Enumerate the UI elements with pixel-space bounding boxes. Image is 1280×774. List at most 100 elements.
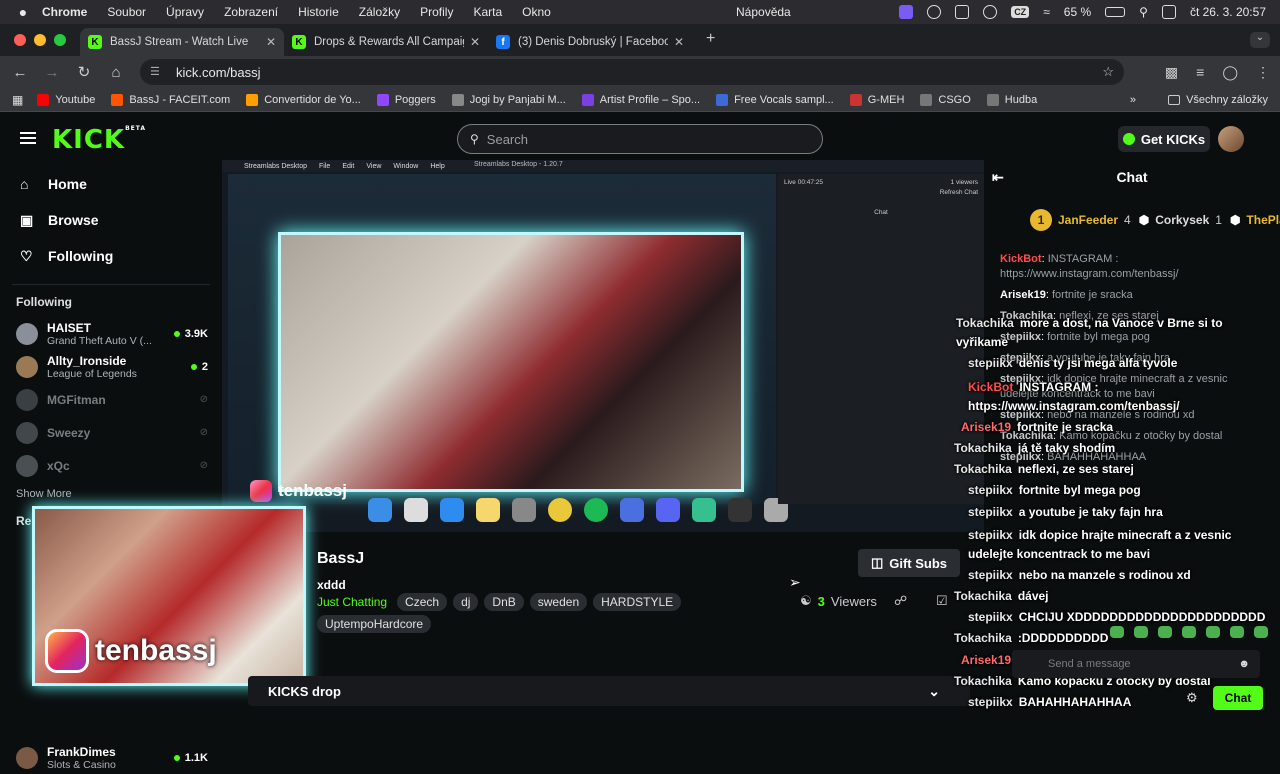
more-bookmarks-icon[interactable]: » (1130, 94, 1136, 106)
bookmark-item[interactable]: Hudba (986, 93, 1037, 106)
screen-record-icon[interactable] (899, 5, 914, 19)
menu-item-okno[interactable]: Okno (522, 5, 551, 19)
sidebar-channel[interactable]: HAISET Grand Theft Auto V (... 3.9K (0, 317, 222, 350)
sidebar-channel[interactable]: Sweezy ⊘ (0, 416, 222, 449)
menu-item-soubor[interactable]: Soubor (107, 5, 146, 19)
new-tab-button[interactable]: + (706, 30, 715, 48)
emote-icon[interactable] (1182, 626, 1196, 638)
sidebar-channel[interactable]: MGFitman ⊘ (0, 383, 222, 416)
menu-item-zobrazení[interactable]: Zobrazení (224, 5, 278, 19)
menu-help[interactable]: Nápověda (736, 5, 791, 19)
play-icon[interactable] (983, 5, 998, 19)
control-center-icon[interactable] (1161, 5, 1176, 19)
clipboard-icon[interactable] (955, 5, 970, 19)
bookmark-item[interactable]: Youtube (37, 93, 95, 106)
tab-search-icon[interactable]: ⌄ (1250, 32, 1270, 48)
user-avatar[interactable] (1218, 126, 1244, 152)
extensions-icon[interactable]: ▩ (1165, 64, 1178, 81)
bookmark-item[interactable]: Free Vocals sampl... (716, 93, 834, 106)
sidebar-channel[interactable]: xQc ⊘ (0, 449, 222, 482)
site-info-icon[interactable]: ☰ (150, 65, 164, 79)
menubar-clock[interactable]: čt 26. 3. 20:57 (1190, 5, 1266, 19)
streamer-name[interactable]: BassJ (317, 550, 364, 568)
bookmark-item[interactable]: Poggers (376, 93, 436, 106)
menu-item-chrome[interactable]: Chrome (42, 5, 87, 19)
get-kicks-button[interactable]: Get KICKs (1118, 126, 1210, 152)
address-bar[interactable]: ☰ kick.com/bassj ☆ (140, 59, 1124, 85)
home-icon[interactable]: ⌂ (100, 64, 132, 81)
category-link[interactable]: Just Chatting (317, 595, 387, 609)
browser-tab[interactable]: K BassJ Stream - Watch Live ✕ (80, 28, 284, 56)
apple-icon[interactable]: ● (16, 4, 30, 20)
bookmark-item[interactable]: G-MEH (849, 93, 904, 106)
share-icon[interactable]: ☍ (894, 593, 907, 609)
menu-item-úpravy[interactable]: Úpravy (166, 5, 204, 19)
chat-username[interactable]: Arisek19 (1000, 289, 1046, 301)
emote-icon[interactable] (1254, 626, 1268, 638)
bookmark-item[interactable]: BassJ - FACEIT.com (111, 93, 230, 106)
send-chat-button[interactable]: Chat (1213, 686, 1263, 710)
bookmark-item[interactable]: Convertidor de Yo... (246, 93, 361, 106)
emote-icon[interactable] (1110, 626, 1124, 638)
emoji-icon[interactable]: ☻ (1238, 658, 1250, 670)
bookmark-item[interactable]: Artist Profile – Spo... (581, 93, 700, 106)
hamburger-menu-icon[interactable] (20, 132, 36, 144)
tag-uptempohardcore[interactable]: UptempoHardcore (317, 615, 432, 633)
gift-subs-button[interactable]: ◫ Gift Subs (858, 549, 960, 577)
maximize-window-button[interactable] (54, 34, 66, 46)
follow-user-icon[interactable]: ☑ (936, 593, 948, 609)
tag-dnb[interactable]: DnB (484, 593, 524, 611)
forward-icon[interactable]: → (36, 64, 68, 81)
profile-icon[interactable]: ◯ (1222, 64, 1238, 81)
input-lang-badge[interactable]: CZ (1011, 6, 1030, 18)
sidebar-channel-frankdimes[interactable]: FrankDimes Slots & Casino 1.1K (0, 741, 222, 774)
sidebar-channel[interactable]: Allty_Ironside League of Legends 2 (0, 350, 222, 383)
emote-icon[interactable] (1158, 626, 1172, 638)
apps-grid-icon[interactable]: ▦ (12, 93, 23, 107)
chat-settings-gear-icon[interactable]: ⚙ (1186, 690, 1198, 706)
sidebar-item-home[interactable]: ⌂ Home (0, 166, 222, 202)
chat-username[interactable]: KickBot (1000, 253, 1042, 265)
emote-icon[interactable] (1206, 626, 1220, 638)
kicks-drop-panel[interactable]: KICKS drop ⌄ (248, 676, 970, 706)
chat-message-input[interactable]: Send a message ☻ (1012, 650, 1260, 678)
reading-list-icon[interactable]: ≡ (1196, 64, 1204, 81)
menu-item-historie[interactable]: Historie (298, 5, 339, 19)
emote-icon[interactable] (1134, 626, 1148, 638)
minimize-window-button[interactable] (34, 34, 46, 46)
menu-item-karta[interactable]: Karta (473, 5, 502, 19)
video-player[interactable]: Streamlabs Desktop File Edit View Window Help… (222, 160, 984, 532)
menu-kebab-icon[interactable]: ⋮ (1256, 64, 1270, 81)
menu-item-profily[interactable]: Profily (420, 5, 453, 19)
wifi-icon[interactable]: ≈ (1043, 5, 1050, 19)
tag-hardstyle[interactable]: HARDSTYLE (593, 593, 682, 611)
close-window-button[interactable] (14, 34, 26, 46)
show-more-link[interactable]: Show More (0, 488, 222, 500)
emote-icon[interactable] (1230, 626, 1244, 638)
kick-logo[interactable]: KICKBETA (52, 125, 146, 155)
tab-close-icon[interactable]: ✕ (266, 35, 276, 49)
reload-icon[interactable]: ↻ (68, 63, 100, 81)
back-icon[interactable]: ← (4, 64, 36, 81)
bookmark-star-icon[interactable]: ☆ (1102, 64, 1114, 80)
tag-czech[interactable]: Czech (397, 593, 448, 611)
wifi-alt-icon[interactable] (927, 5, 942, 19)
bookmark-item[interactable]: Jogi by Panjabi M... (451, 93, 566, 106)
collapse-chat-icon[interactable]: ⇤ (992, 169, 1004, 186)
search-input[interactable]: ⚲ Search (457, 124, 823, 154)
spotlight-icon[interactable]: ⚲ (1139, 5, 1148, 19)
browser-tab[interactable]: f (3) Denis Dobruský | Facebook ✕ (488, 28, 692, 56)
battery-icon[interactable] (1105, 7, 1126, 17)
tab-close-icon[interactable]: ✕ (674, 35, 684, 49)
tag-dj[interactable]: dj (453, 593, 479, 611)
tab-close-icon[interactable]: ✕ (470, 35, 480, 49)
all-bookmarks-folder[interactable]: Všechny záložky (1168, 94, 1268, 106)
channel-info: Allty_Ironside League of Legends (47, 354, 191, 380)
menu-item-záložky[interactable]: Záložky (359, 5, 400, 19)
chevron-down-icon[interactable]: ⌄ (928, 683, 940, 700)
browser-tab[interactable]: K Drops & Rewards All Campaigns ✕ (284, 28, 488, 56)
sidebar-item-browse[interactable]: ▣ Browse (0, 202, 222, 238)
bookmark-item[interactable]: CSGO (920, 93, 971, 106)
sidebar-item-following[interactable]: ♡ Following (0, 238, 222, 274)
tag-sweden[interactable]: sweden (529, 593, 588, 611)
